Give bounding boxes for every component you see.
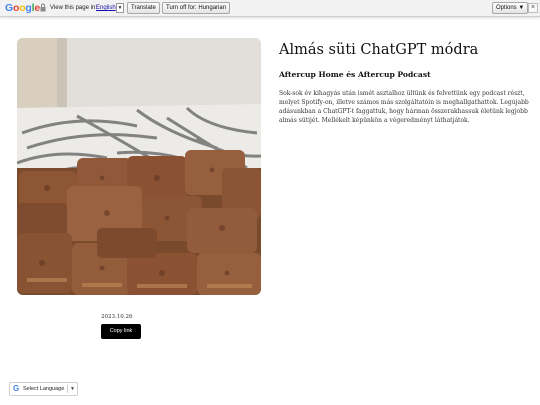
translate-button[interactable]: Translate (127, 2, 160, 14)
copy-link-button[interactable]: Copy link (101, 324, 141, 339)
close-icon[interactable]: × (528, 3, 538, 13)
language-dropdown-icon[interactable]: ▼ (116, 3, 124, 13)
select-language-dropdown[interactable]: G Select Language ▼ (9, 382, 78, 396)
apple-cake-photo-icon (17, 38, 261, 295)
chevron-down-icon: ▼ (70, 386, 75, 392)
lock-icon (40, 3, 46, 12)
article-photo (17, 38, 261, 295)
turn-off-button[interactable]: Turn off for: Hungarian (162, 2, 231, 14)
article-subtitle: Aftercup Home és Aftercup Podcast (279, 70, 431, 79)
select-language-label: Select Language (23, 386, 65, 392)
divider (67, 385, 68, 393)
options-button[interactable]: Options ▼ (492, 2, 529, 14)
article-body: Sok-sok év kihagyás után ismét asztalhoz… (279, 90, 529, 124)
translate-bar: Google View this page in: English ▼ Tran… (0, 0, 540, 17)
google-g-icon: G (13, 384, 20, 393)
language-link[interactable]: English (96, 3, 116, 13)
view-page-in-label: View this page in: (50, 5, 97, 11)
google-logo-icon: Google (5, 2, 40, 14)
post-date: 2023.10.26 (101, 314, 133, 320)
article-title: Almás süti ChatGPT módra (279, 42, 479, 58)
